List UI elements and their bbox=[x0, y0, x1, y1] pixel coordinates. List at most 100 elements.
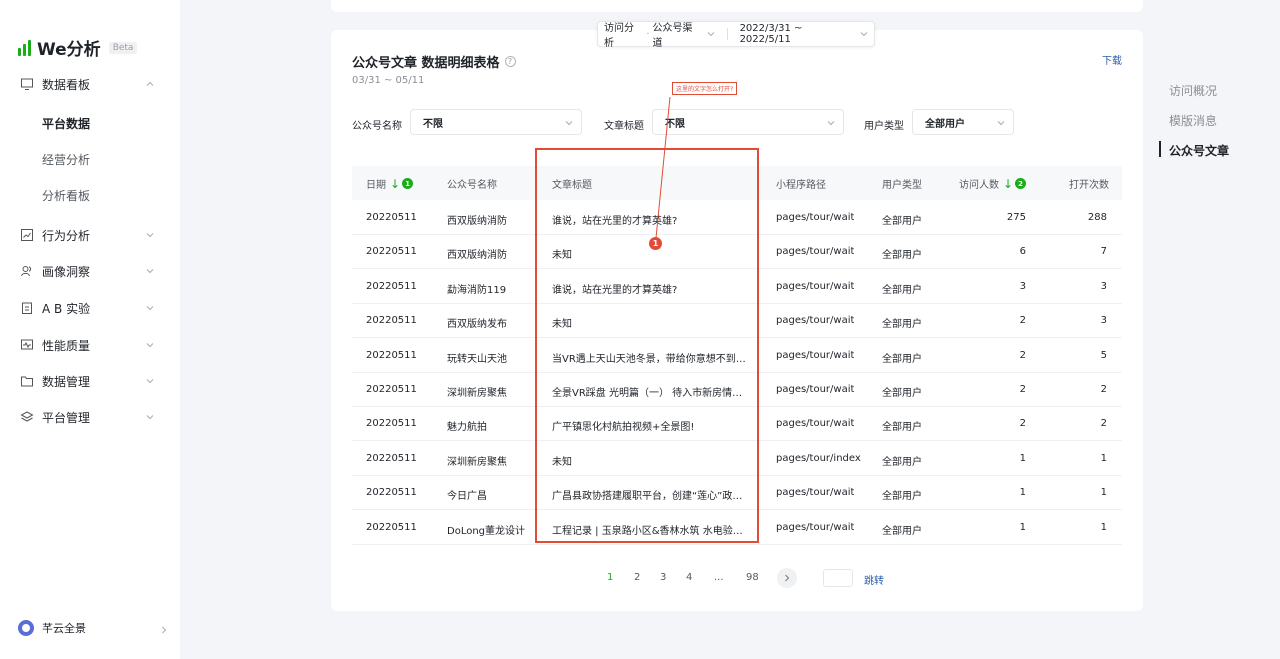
nav-label: A B 实验 bbox=[42, 301, 91, 316]
cell-article-title[interactable]: 广昌县政协搭建履职平台，创建“莲心”政协品... bbox=[552, 487, 750, 502]
cell-date: 20220511 bbox=[366, 246, 417, 258]
layers-icon bbox=[20, 410, 34, 424]
divider bbox=[726, 28, 728, 40]
cell-visitors: 1 bbox=[1019, 487, 1026, 499]
cell-article-title[interactable]: 全景VR踩盘 光明篇（一） 待入市新房情况及... bbox=[552, 384, 750, 399]
chevron-down-icon bbox=[707, 32, 714, 37]
cell-date: 20220511 bbox=[366, 280, 417, 292]
nav-sub-analysis-board[interactable]: 分析看板 bbox=[42, 187, 90, 204]
cell-visitors: 2 bbox=[1019, 418, 1026, 430]
page-4[interactable]: 4 bbox=[686, 572, 692, 583]
date-range-picker[interactable]: 2022/3/31 ~ 2022/5/11 bbox=[734, 23, 874, 45]
cell-path: pages/tour/wait bbox=[776, 280, 855, 292]
cell-article-title[interactable]: 谁说，站在光里的才算英雄? bbox=[552, 281, 750, 296]
card-title-text: 公众号文章 数据明细表格 bbox=[352, 56, 500, 71]
page-last[interactable]: 98 bbox=[746, 572, 759, 583]
nav-behavior-analysis[interactable]: 行为分析 bbox=[0, 217, 180, 253]
next-page-button[interactable] bbox=[777, 568, 797, 588]
sort-order-badge: 2 bbox=[1015, 178, 1027, 189]
article-filter-label: 文章标题 bbox=[604, 121, 644, 132]
cell-article-title[interactable]: 当VR遇上天山天池冬景，带给你意想不到的... bbox=[552, 350, 750, 365]
page-jump-input[interactable] bbox=[823, 569, 853, 587]
table-row[interactable]: 20220511 DoLong董龙设计 工程记录 | 玉泉路小区&香林水筑 水电… bbox=[352, 511, 1122, 545]
article-filter-value: 不限 bbox=[665, 118, 685, 130]
cell-article-title[interactable]: 谁说，站在光里的才算英雄? bbox=[552, 212, 750, 227]
cell-article-title[interactable]: 未知 bbox=[552, 315, 750, 330]
article-filter-select[interactable]: 不限 bbox=[652, 109, 844, 135]
nav-data-dashboard[interactable]: 数据看板 bbox=[0, 66, 180, 102]
cell-article-title[interactable]: 广平镇思化村航拍视频+全景图! bbox=[552, 418, 750, 433]
cell-path: pages/tour/wait bbox=[776, 246, 855, 258]
col-visitors-label: 访问人数 bbox=[959, 180, 999, 191]
cell-visitors: 2 bbox=[1019, 315, 1026, 327]
logo-text: We分析 bbox=[37, 40, 101, 60]
chevron-right-icon bbox=[785, 574, 790, 582]
analysis-label: 访问分析 bbox=[604, 23, 634, 49]
table-row[interactable]: 20220511 西双版纳消防 未知 pages/tour/wait 全部用户 … bbox=[352, 235, 1122, 270]
cell-visitors: 2 bbox=[1019, 349, 1026, 361]
table-row[interactable]: 20220511 今日广昌 广昌县政协搭建履职平台，创建“莲心”政协品... p… bbox=[352, 476, 1122, 511]
page-jump-button[interactable]: 跳转 bbox=[864, 572, 884, 587]
cell-article-title[interactable]: 工程记录 | 玉泉路小区&香林水筑 水电验收（... bbox=[552, 522, 750, 537]
sort-down-icon: ↓ bbox=[390, 176, 401, 191]
folder-icon bbox=[20, 374, 34, 388]
table-row[interactable]: 20220511 魅力航拍 广平镇思化村航拍视频+全景图! pages/tour… bbox=[352, 407, 1122, 442]
cell-user-type: 全部用户 bbox=[882, 422, 922, 434]
global-filter-bar[interactable]: 访问分析 · 公众号渠道 2022/3/31 ~ 2022/5/11 bbox=[597, 19, 875, 49]
table-row[interactable]: 20220511 西双版纳发布 未知 pages/tour/wait 全部用户 … bbox=[352, 304, 1122, 339]
pulse-icon bbox=[20, 338, 34, 352]
app-logo[interactable]: We分析 Beta bbox=[18, 35, 138, 60]
cell-user-type: 全部用户 bbox=[882, 216, 922, 227]
cell-article-title[interactable]: 未知 bbox=[552, 453, 750, 468]
nav-label: 性能质量 bbox=[42, 338, 91, 353]
right-nav-official-account-articles[interactable]: 公众号文章 bbox=[1169, 142, 1229, 159]
cell-visitors: 6 bbox=[1019, 246, 1026, 258]
cell-account: 勐海消防119 bbox=[447, 284, 507, 296]
help-icon[interactable]: ? bbox=[504, 56, 516, 67]
chevron-right-icon[interactable] bbox=[160, 626, 168, 634]
nav-performance-quality[interactable]: 性能质量 bbox=[0, 327, 180, 363]
chevron-down-icon bbox=[146, 269, 154, 274]
nav-label: 平台管理 bbox=[42, 410, 91, 425]
right-nav-template-message[interactable]: 模版消息 bbox=[1169, 112, 1217, 129]
table-row[interactable]: 20220511 玩转天山天池 当VR遇上天山天池冬景，带给你意想不到的... … bbox=[352, 339, 1122, 373]
cell-account: 玩转天山天池 bbox=[447, 353, 507, 365]
table-row[interactable]: 20220511 深圳新房聚焦 未知 pages/tour/index 全部用户… bbox=[352, 442, 1122, 476]
col-visitors[interactable]: 访问人数 ↓ 2 bbox=[959, 176, 1027, 191]
avatar bbox=[18, 620, 34, 636]
user-account[interactable]: 芊云全景 bbox=[18, 620, 86, 636]
cell-opens: 288 bbox=[1087, 212, 1107, 223]
chevron-down-icon bbox=[146, 233, 154, 238]
col-date-label: 日期 bbox=[366, 180, 386, 191]
cell-user-type: 全部用户 bbox=[882, 250, 922, 262]
cell-account: 今日广昌 bbox=[447, 491, 487, 503]
cell-user-type: 全部用户 bbox=[882, 491, 922, 503]
account-filter-select[interactable]: 不限 bbox=[410, 109, 582, 135]
cell-visitors: 1 bbox=[1019, 452, 1026, 464]
nav-platform-management[interactable]: 平台管理 bbox=[0, 399, 180, 435]
page-3[interactable]: 3 bbox=[660, 572, 666, 583]
right-nav-visit-overview[interactable]: 访问概况 bbox=[1169, 82, 1217, 99]
nav-data-management[interactable]: 数据管理 bbox=[0, 363, 180, 399]
cell-opens: 2 bbox=[1100, 384, 1107, 395]
table-row[interactable]: 20220511 西双版纳消防 谁说，站在光里的才算英雄? pages/tour… bbox=[352, 201, 1122, 235]
nav-sub-platform-data[interactable]: 平台数据 bbox=[42, 115, 90, 132]
table-row[interactable]: 20220511 深圳新房聚焦 全景VR踩盘 光明篇（一） 待入市新房情况及..… bbox=[352, 373, 1122, 407]
col-date[interactable]: 日期 ↓ 1 bbox=[366, 176, 414, 191]
cell-opens: 1 bbox=[1100, 521, 1107, 533]
download-link[interactable]: 下载 bbox=[1102, 52, 1122, 67]
chevron-down-icon bbox=[146, 343, 154, 348]
table-row[interactable]: 20220511 勐海消防119 谁说，站在光里的才算英雄? pages/tou… bbox=[352, 270, 1122, 304]
page-2[interactable]: 2 bbox=[634, 572, 640, 583]
col-path: 小程序路径 bbox=[776, 180, 826, 191]
analysis-channel-select[interactable]: 访问分析 · 公众号渠道 bbox=[598, 19, 721, 49]
chevron-down-icon bbox=[860, 32, 868, 37]
page-1[interactable]: 1 bbox=[607, 572, 613, 583]
nav-ab-test[interactable]: A B 实验 bbox=[0, 290, 180, 326]
cell-date: 20220511 bbox=[366, 521, 417, 533]
nav-sub-business-analysis[interactable]: 经营分析 bbox=[42, 151, 90, 168]
nav-persona-insight[interactable]: 画像洞察 bbox=[0, 253, 180, 289]
page-ellipsis[interactable]: ... bbox=[714, 572, 724, 583]
cell-opens: 3 bbox=[1100, 280, 1107, 292]
usertype-filter-select[interactable]: 全部用户 bbox=[912, 109, 1014, 135]
